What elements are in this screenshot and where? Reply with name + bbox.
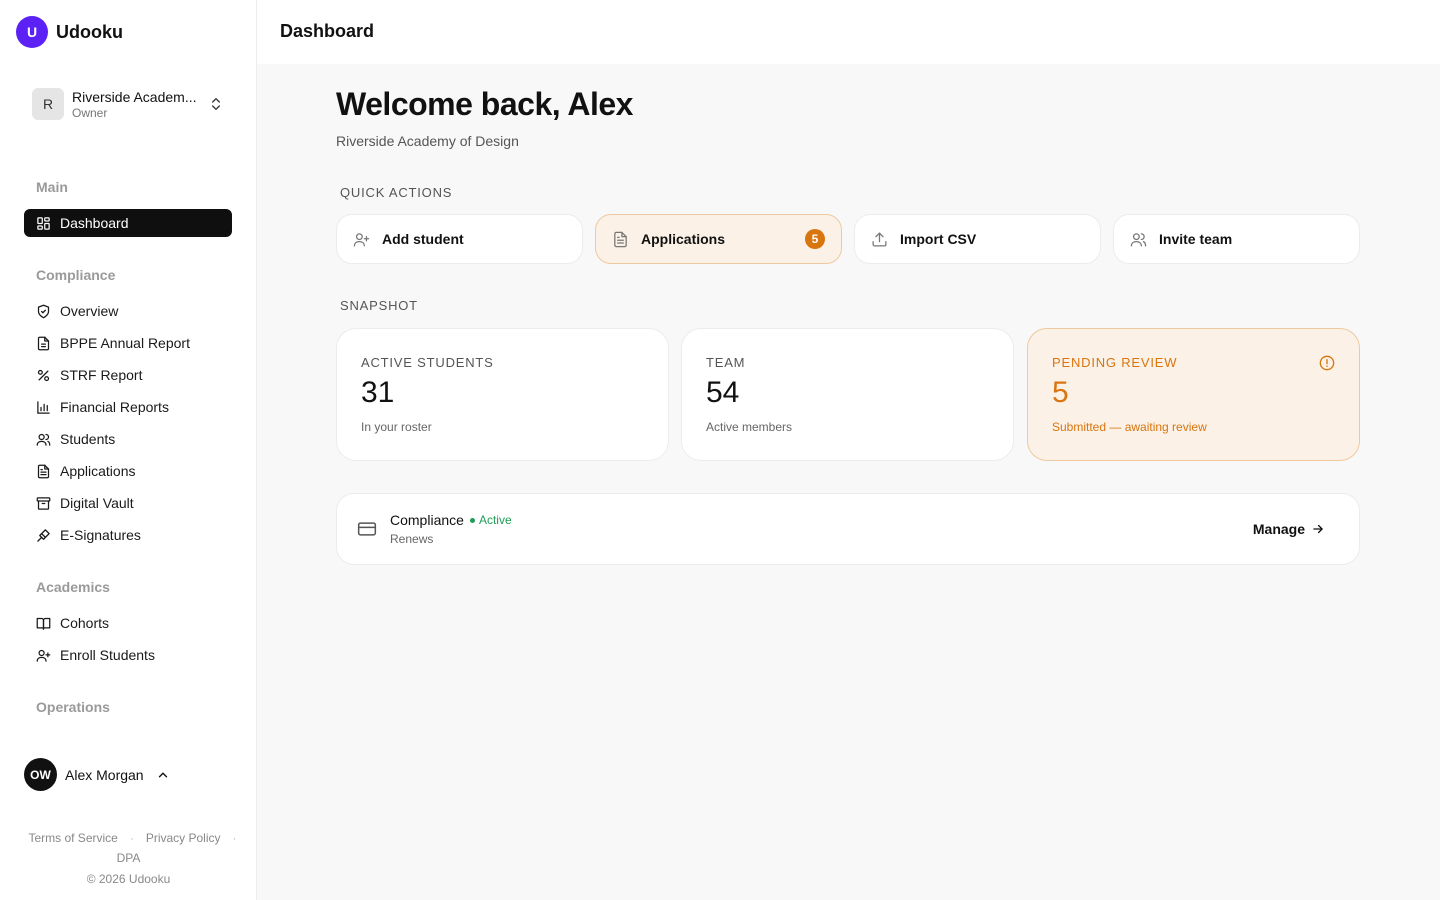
sidebar-item-label: Applications (60, 463, 136, 479)
card-label: TEAM (706, 355, 746, 370)
footer-links: Terms of Service · Privacy Policy · DPA (0, 828, 257, 868)
arrow-right-icon (1313, 524, 1323, 534)
sidebar-item-label: Financial Reports (60, 399, 169, 415)
compliance-subscription-card: Compliance Active Renews Manage (336, 493, 1360, 565)
team-card: TEAM 54 Active members (681, 328, 1014, 461)
avatar: OW (24, 758, 57, 791)
sidebar-item-label: Students (60, 431, 116, 447)
renews-text: Renews (390, 532, 434, 546)
copyright: © 2026 Udooku (86, 872, 171, 886)
quick-action-label: Invite team (1159, 231, 1233, 247)
card-value: 54 (706, 376, 740, 409)
snapshot-label: SNAPSHOT (340, 298, 418, 313)
sidebar-item-cohorts[interactable]: Cohorts (24, 609, 232, 637)
sidebar-item-label: Overview (60, 303, 119, 319)
percent-icon (37, 369, 50, 381)
org-avatar: R (32, 88, 64, 120)
card-subtext: In your roster (361, 420, 432, 434)
separator: · (129, 831, 134, 845)
org-name: Riverside Academ... (72, 88, 197, 105)
card-subtext: Active members (706, 420, 793, 434)
add-student-button[interactable]: Add student (336, 214, 583, 264)
dashboard-icon (37, 216, 50, 230)
file-text-icon (614, 231, 627, 247)
page-title: Dashboard (280, 21, 375, 41)
section-title-main: Main (36, 179, 68, 195)
dpa-link[interactable]: DPA (0, 848, 257, 868)
sidebar-item-label: STRF Report (60, 367, 143, 383)
invite-team-button[interactable]: Invite team (1113, 214, 1360, 264)
sidebar-item-financial-reports[interactable]: Financial Reports (24, 393, 232, 421)
book-icon (36, 617, 51, 630)
terms-link[interactable]: Terms of Service (28, 828, 117, 848)
card-label: PENDING REVIEW (1052, 355, 1178, 370)
section-title-academics: Academics (36, 579, 110, 595)
status-text: Active (478, 513, 512, 527)
count-badge: 5 (805, 229, 825, 249)
user-plus-icon (353, 232, 370, 247)
sidebar-item-digital-vault[interactable]: Digital Vault (24, 489, 232, 517)
section-title-compliance: Compliance (36, 267, 116, 283)
active-students-card: ACTIVE STUDENTS 31 In your roster (336, 328, 669, 461)
document-icon (37, 336, 50, 350)
status-badge: Active (469, 513, 512, 527)
upload-icon (872, 231, 887, 247)
user-menu[interactable]: OW Alex Morgan (24, 758, 170, 791)
quick-action-label: Applications (641, 231, 726, 247)
user-name: Alex Morgan (65, 766, 144, 783)
org-switcher[interactable]: R Riverside Academ... Owner (24, 80, 232, 128)
file-text-icon (37, 464, 50, 478)
users-icon (1130, 232, 1147, 247)
sidebar: U Udooku R Riverside Academ... Owner Mai… (0, 0, 257, 900)
manage-button[interactable]: Manage (1253, 521, 1325, 537)
brand[interactable]: U Udooku (16, 16, 123, 48)
sidebar-item-label: Enroll Students (60, 647, 155, 663)
users-icon (36, 433, 51, 446)
brand-name: Udooku (56, 21, 123, 42)
sidebar-item-e-signatures[interactable]: E-Signatures (24, 521, 232, 549)
credit-card-icon (357, 522, 377, 536)
sidebar-item-label: Digital Vault (60, 495, 134, 511)
sidebar-item-bppe-annual-report[interactable]: BPPE Annual Report (24, 329, 232, 357)
quick-action-label: Import CSV (900, 231, 977, 247)
bar-chart-icon (37, 400, 50, 414)
card-value: 31 (361, 376, 395, 409)
brand-logo: U (16, 16, 48, 48)
card-value: 5 (1052, 376, 1069, 409)
alert-circle-icon (1319, 355, 1335, 371)
org-subtitle: Riverside Academy of Design (336, 133, 519, 149)
chevron-up-icon (158, 772, 167, 777)
sidebar-item-dashboard[interactable]: Dashboard (24, 209, 232, 237)
section-title-operations: Operations (36, 699, 110, 715)
applications-button[interactable]: Applications 5 (595, 214, 842, 264)
sidebar-item-applications[interactable]: Applications (24, 457, 232, 485)
separator: · (232, 831, 237, 845)
org-role: Owner (72, 105, 108, 120)
shield-icon (37, 304, 50, 318)
import-csv-button[interactable]: Import CSV (854, 214, 1101, 264)
sidebar-item-label: Dashboard (60, 215, 129, 231)
quick-action-label: Add student (382, 231, 464, 247)
signature-icon (37, 528, 50, 542)
sidebar-item-strf-report[interactable]: STRF Report (24, 361, 232, 389)
user-plus-icon (36, 649, 51, 662)
privacy-link[interactable]: Privacy Policy (146, 828, 221, 848)
quick-actions-label: QUICK ACTIONS (340, 185, 453, 200)
sidebar-item-label: E-Signatures (60, 527, 141, 543)
welcome-heading: Welcome back, Alex (336, 86, 633, 122)
sidebar-item-overview[interactable]: Overview (24, 297, 232, 325)
sidebar-item-label: Cohorts (60, 615, 110, 631)
manage-label: Manage (1252, 521, 1305, 537)
sidebar-item-enroll-students[interactable]: Enroll Students (24, 641, 232, 669)
chevrons-up-down-icon (212, 98, 220, 110)
sidebar-item-label: BPPE Annual Report (60, 335, 190, 351)
card-subtext: Submitted — awaiting review (1052, 420, 1207, 434)
topbar: Dashboard (257, 0, 1440, 64)
pending-review-card[interactable]: PENDING REVIEW 5 Submitted — awaiting re… (1027, 328, 1360, 461)
sidebar-item-students[interactable]: Students (24, 425, 232, 453)
archive-icon (36, 496, 51, 510)
card-label: ACTIVE STUDENTS (361, 355, 494, 370)
compliance-title: Compliance (390, 512, 464, 528)
